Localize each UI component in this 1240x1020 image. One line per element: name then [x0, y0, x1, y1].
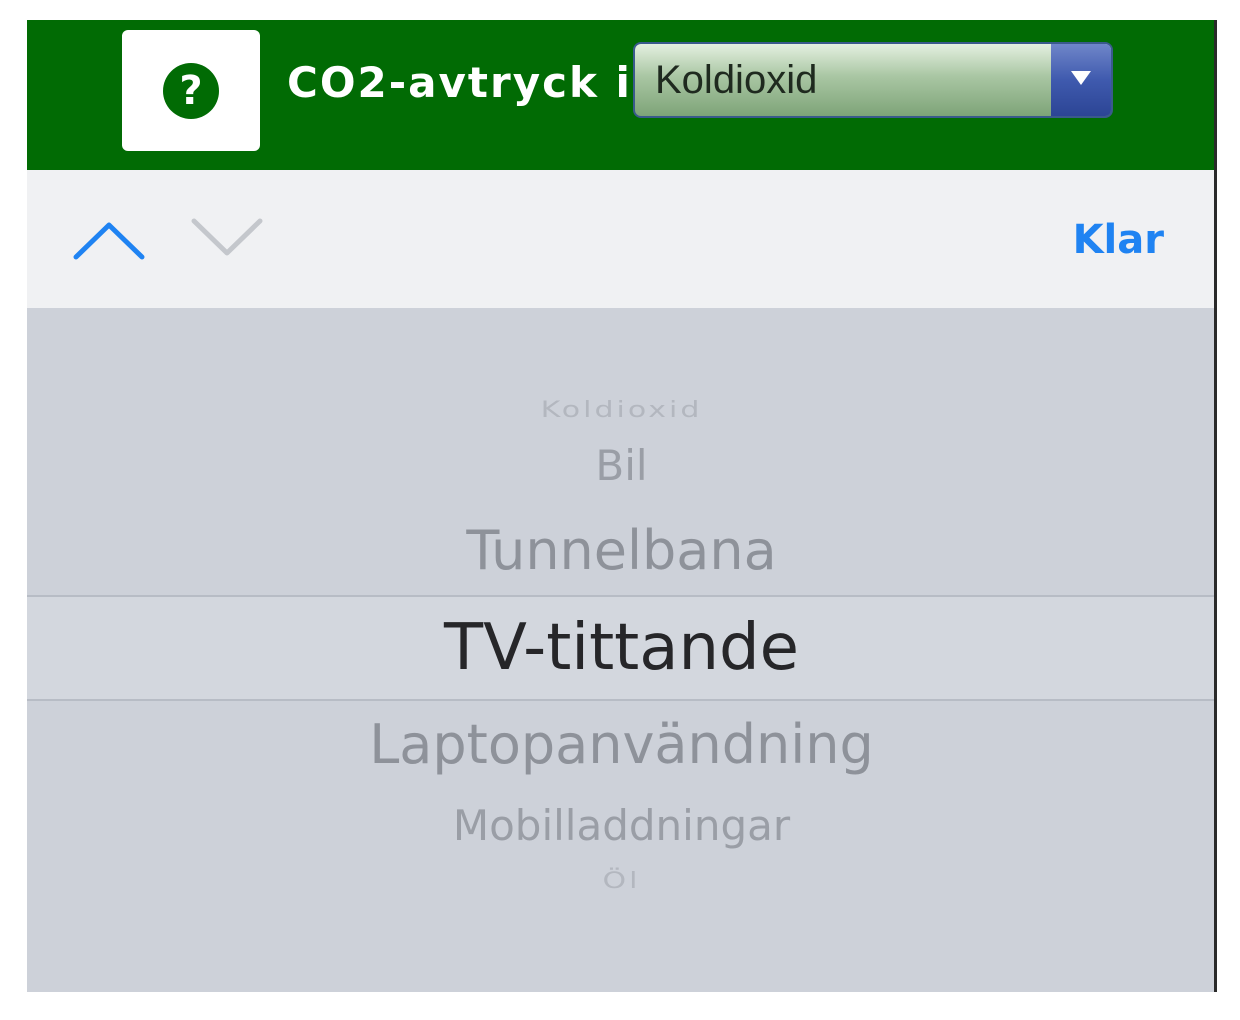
picker-option[interactable]: Tunnelbana [27, 516, 1216, 586]
picker-option[interactable]: Öl [27, 866, 1216, 896]
previous-field-button[interactable] [72, 215, 146, 265]
picker-option[interactable]: Koldioxid [27, 395, 1216, 425]
picker-toolbar: Klar [27, 170, 1216, 308]
help-button[interactable]: ? [122, 30, 260, 151]
screen-edge-divider [1214, 20, 1217, 992]
chevron-up-icon [73, 222, 145, 260]
question-circle-icon: ? [163, 62, 219, 119]
option-picker-wheel[interactable]: Koldioxid Bil Tunnelbana TV-tittande Lap… [27, 308, 1216, 992]
picker-option[interactable]: Laptopanvändning [27, 710, 1216, 780]
header-title: CO2-avtryck i [287, 58, 632, 107]
category-select-value: Koldioxid [655, 58, 818, 102]
triangle-down-icon [1071, 71, 1091, 85]
category-select[interactable]: Koldioxid [633, 42, 1113, 118]
picker-option-selected[interactable]: TV-tittande [27, 604, 1216, 692]
picker-option[interactable]: Mobilladdningar [27, 798, 1216, 854]
header-bar: ? CO2-avtryck i Koldioxid [27, 20, 1216, 170]
next-field-button[interactable] [190, 213, 264, 263]
done-button[interactable]: Klar [1073, 213, 1164, 267]
picker-option[interactable]: Bil [27, 438, 1216, 494]
select-dropdown-button[interactable] [1051, 44, 1111, 116]
chevron-down-icon [191, 218, 263, 256]
app-screen: ? CO2-avtryck i Koldioxid Klar Koldioxid… [27, 20, 1216, 992]
